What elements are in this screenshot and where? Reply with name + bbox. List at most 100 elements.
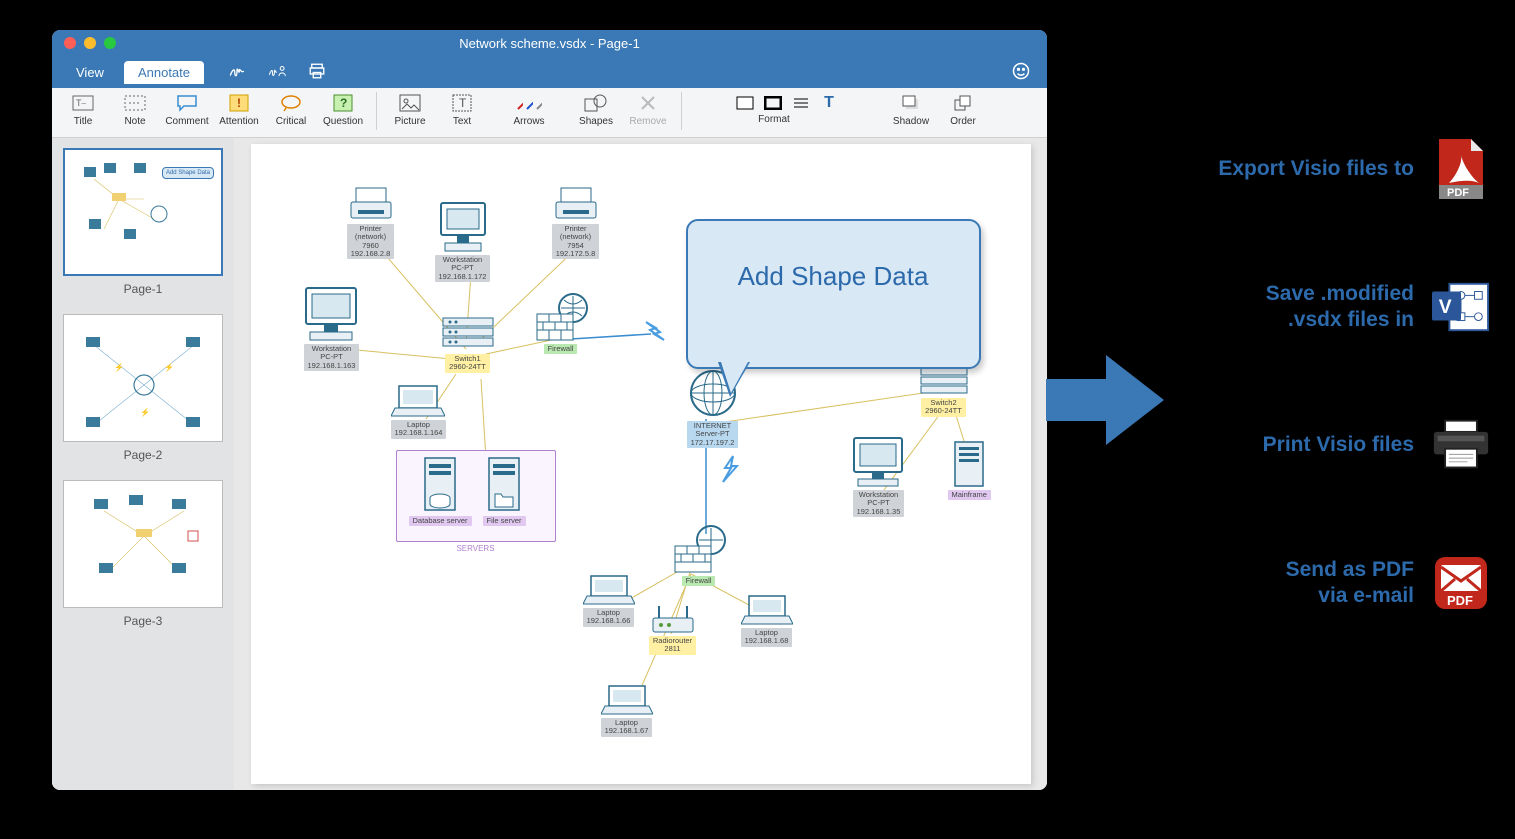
svg-text:⚡: ⚡	[140, 407, 150, 417]
promo-save-text: Save .modified .vsdx files in	[1266, 281, 1414, 334]
node-printer-1[interactable]: Printer (network) 7960 192.168.2.8	[346, 184, 396, 259]
tool-arrows-label: Arrows	[513, 116, 544, 127]
label: File server	[483, 516, 526, 526]
node-firewall-1[interactable]: Firewall	[531, 292, 591, 354]
tool-note[interactable]: Note	[110, 92, 160, 127]
tool-order[interactable]: Order	[938, 92, 988, 127]
label: Mainframe	[948, 490, 991, 500]
tool-lines[interactable]	[788, 92, 814, 114]
svg-text:?: ?	[340, 96, 347, 110]
tab-annotate[interactable]: Annotate	[124, 61, 204, 84]
svg-text:!: !	[237, 96, 241, 110]
label: Workstation PC-PT 192.168.1.35	[853, 490, 905, 517]
tool-attention[interactable]: ! Attention	[214, 92, 264, 127]
promo-print: Print Visio files	[1070, 416, 1490, 474]
tool-text[interactable]: T Text	[437, 92, 487, 127]
label: Database server	[409, 516, 472, 526]
tool-stroke[interactable]	[760, 92, 786, 114]
tool-title-label: Title	[74, 116, 93, 127]
tool-fill[interactable]	[732, 92, 758, 114]
node-workstation-right[interactable]: Workstation PC-PT 192.168.1.35	[846, 434, 912, 517]
page-thumbnails: Add Shape Data Page-1 ⚡⚡⚡ Page-2	[52, 138, 234, 790]
add-shape-data-callout[interactable]: Add Shape Data	[686, 219, 981, 369]
promo-print-text: Print Visio files	[1263, 432, 1414, 458]
tool-picture-label: Picture	[394, 116, 425, 127]
node-file-server[interactable]: File server	[483, 456, 526, 526]
mode-tabbar: View Annotate	[52, 56, 1047, 88]
node-firewall-2[interactable]: Firewall	[669, 524, 729, 586]
node-laptop-3[interactable]: Laptop 192.168.1.68	[741, 594, 793, 647]
minimize-button[interactable]	[84, 37, 96, 49]
canvas-area: Printer (network) 7960 192.168.2.8 Print…	[234, 138, 1047, 790]
label: Laptop 192.168.1.164	[391, 420, 447, 439]
tool-order-label: Order	[950, 116, 976, 127]
tool-critical[interactable]: Critical	[266, 92, 316, 127]
feedback-icon[interactable]	[1011, 61, 1031, 84]
node-laptop-2[interactable]: Laptop 192.168.1.66	[583, 574, 635, 627]
maximize-button[interactable]	[104, 37, 116, 49]
node-switch-1[interactable]: Switch1 2960-24TT	[441, 314, 495, 373]
node-printer-2[interactable]: Printer (network) 7954 192.172.5.8	[551, 184, 601, 259]
tool-arrows[interactable]: Arrows	[489, 92, 569, 127]
bolt-icon	[641, 320, 671, 344]
node-laptop-1[interactable]: Laptop 192.168.1.164	[391, 384, 447, 439]
label: Workstation PC-PT 192.168.1.172	[435, 255, 491, 282]
svg-text:V: V	[1439, 297, 1452, 318]
tool-shapes-label: Shapes	[579, 116, 613, 127]
workspace: Add Shape Data Page-1 ⚡⚡⚡ Page-2	[52, 138, 1047, 790]
titlebar: Network scheme.vsdx - Page-1	[52, 30, 1047, 56]
tool-title[interactable]: T⎯ Title	[58, 92, 108, 127]
label: INTERNET Server-PT 172.17.197.2	[687, 421, 739, 448]
tool-textstyle[interactable]: T	[816, 92, 842, 114]
svg-text:PDF: PDF	[1447, 187, 1469, 199]
bolt-icon	[719, 454, 745, 484]
tool-picture[interactable]: Picture	[385, 92, 435, 127]
promo-send-text: Send as PDF via e-mail	[1286, 557, 1414, 610]
thumbnail-page-3[interactable]: Page-3	[63, 480, 223, 628]
node-db-server[interactable]: Database server	[409, 456, 472, 526]
svg-text:T: T	[459, 96, 467, 110]
tool-shadow[interactable]: Shadow	[886, 92, 936, 127]
node-laptop-4[interactable]: Laptop 192.168.1.67	[601, 684, 653, 737]
thumb-label-3: Page-3	[124, 614, 163, 628]
signature-icon[interactable]	[228, 62, 246, 83]
tool-question-label: Question	[323, 116, 363, 127]
promo-export-text: Export Visio files to	[1218, 156, 1414, 182]
thumb-label-1: Page-1	[124, 282, 163, 296]
node-switch-2[interactable]: Switch2 2960-24TT	[919, 366, 969, 417]
tool-comment[interactable]: Comment	[162, 92, 212, 127]
traffic-lights	[64, 37, 116, 49]
tool-critical-label: Critical	[276, 116, 307, 127]
tool-remove-label: Remove	[629, 116, 666, 127]
label: Laptop 192.168.1.68	[741, 628, 793, 647]
annotate-toolbar: T⎯ Title Note Comment ! Attention Critic…	[52, 88, 1047, 138]
tool-shadow-label: Shadow	[893, 116, 929, 127]
tool-question[interactable]: ? Question	[318, 92, 368, 127]
separator	[376, 92, 377, 130]
mail-pdf-icon: PDF	[1432, 554, 1490, 612]
callout-text: Add Shape Data	[738, 261, 929, 292]
node-radiorouter[interactable]: Radiorouter 2811	[649, 604, 697, 655]
label: Switch1 2960-24TT	[445, 354, 490, 373]
thumbnail-page-1[interactable]: Add Shape Data Page-1	[63, 148, 223, 296]
window-title: Network scheme.vsdx - Page-1	[52, 36, 1047, 51]
thumbnail-page-2[interactable]: ⚡⚡⚡ Page-2	[63, 314, 223, 462]
close-button[interactable]	[64, 37, 76, 49]
tool-remove[interactable]: Remove	[623, 92, 673, 127]
signature-user-icon[interactable]	[268, 62, 286, 83]
node-workstation-top[interactable]: Workstation PC-PT 192.168.1.172	[431, 199, 495, 282]
label: Firewall	[682, 576, 716, 586]
separator	[681, 92, 682, 130]
node-workstation-left[interactable]: Workstation PC-PT 192.168.1.163	[296, 284, 368, 371]
tool-shapes[interactable]: Shapes	[571, 92, 621, 127]
print-icon[interactable]	[308, 62, 326, 83]
svg-text:T⎯: T⎯	[76, 98, 86, 108]
svg-text:PDF: PDF	[1447, 593, 1473, 608]
node-mainframe[interactable]: Mainframe	[948, 440, 991, 500]
label: Firewall	[544, 344, 578, 354]
tab-view[interactable]: View	[62, 61, 118, 84]
visio-icon: V	[1432, 278, 1490, 336]
pdf-icon: PDF	[1432, 140, 1490, 198]
svg-text:⚡: ⚡	[164, 362, 174, 372]
diagram-canvas[interactable]: Printer (network) 7960 192.168.2.8 Print…	[251, 144, 1031, 784]
